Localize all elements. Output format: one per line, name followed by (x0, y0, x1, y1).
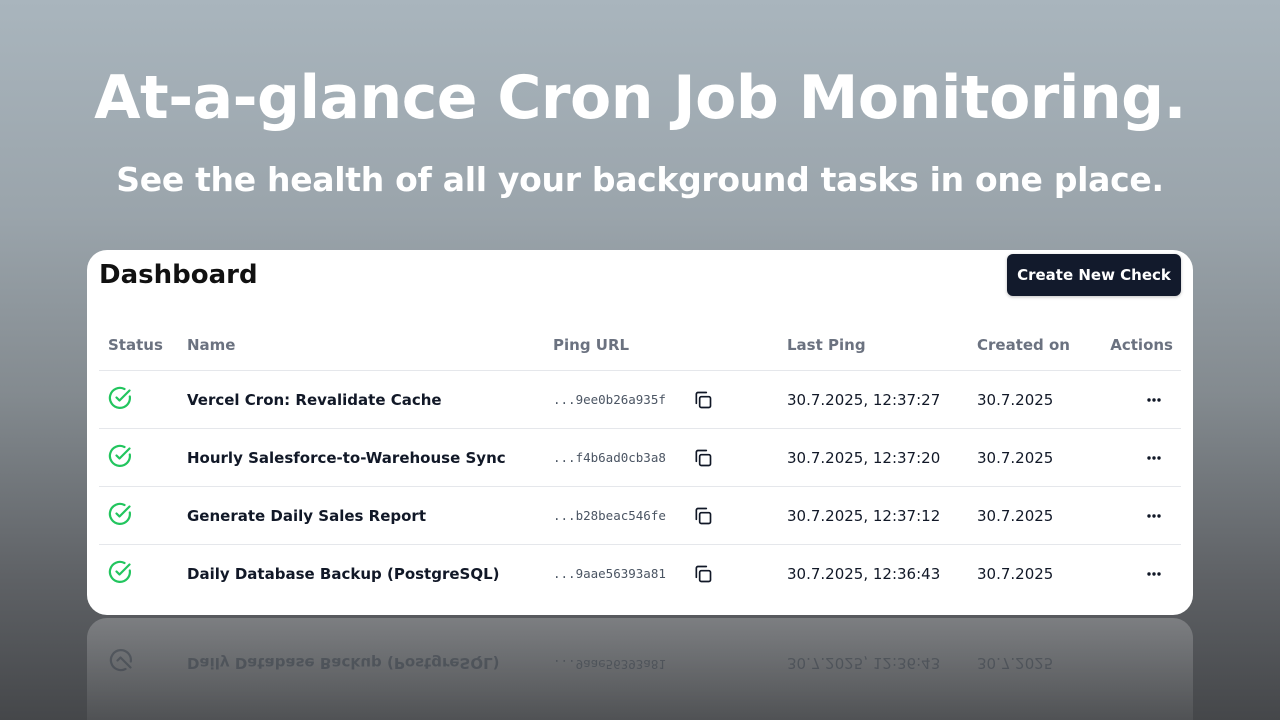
hero-subtitle: See the health of all your background ta… (116, 160, 1164, 199)
actions-cell (1093, 370, 1181, 429)
ping-url: ...b28beac546fe (553, 508, 666, 523)
reflection-created-on: 30.7.2025 (977, 654, 1054, 672)
reflection-ping-url: ...9aae56393a81 (553, 657, 666, 672)
last-ping: 30.7.2025, 12:37:12 (778, 486, 968, 545)
check-name: Generate Daily Sales Report (178, 486, 544, 545)
dashboard-header: Dashboard Create New Check (99, 250, 1181, 320)
page-title: Dashboard (99, 260, 258, 290)
ping-url-cell: ...f4b6ad0cb3a8 (544, 428, 778, 487)
more-horizontal-icon[interactable] (1143, 395, 1165, 405)
reflection-last-ping: 30.7.2025, 12:36:43 (787, 654, 941, 672)
check-circle-icon (108, 502, 132, 526)
table-row[interactable]: Hourly Salesforce-to-Warehouse Sync ...f… (99, 428, 1181, 487)
check-name: Hourly Salesforce-to-Warehouse Sync (178, 428, 544, 487)
more-horizontal-icon[interactable] (1143, 453, 1165, 463)
ping-url: ...9aae56393a81 (553, 566, 666, 581)
last-ping: 30.7.2025, 12:37:27 (778, 370, 968, 429)
column-header-created-on[interactable]: Created on (968, 320, 1093, 371)
table-row[interactable]: Generate Daily Sales Report ...b28beac54… (99, 486, 1181, 545)
check-circle-icon (108, 444, 132, 468)
ping-url: ...f4b6ad0cb3a8 (553, 450, 666, 465)
column-header-name[interactable]: Name (178, 320, 544, 371)
more-horizontal-icon[interactable] (1143, 511, 1165, 521)
created-on: 30.7.2025 (968, 370, 1093, 429)
created-on: 30.7.2025 (968, 486, 1093, 545)
reflection-content: Daily Database Backup (PostgreSQL) ...9a… (87, 632, 1193, 692)
ping-url: ...9ee0b26a935f (553, 392, 666, 407)
ping-url-cell: ...9ee0b26a935f (544, 370, 778, 429)
checks-table: Status Name Ping URL Last Ping Created o… (99, 320, 1181, 602)
actions-cell (1093, 428, 1181, 487)
check-name: Daily Database Backup (PostgreSQL) (187, 564, 500, 583)
table-header-row: Status Name Ping URL Last Ping Created o… (99, 320, 1181, 371)
reflection-status-icon (109, 644, 133, 672)
hero-title: At-a-glance Cron Job Monitoring. (94, 63, 1186, 133)
dashboard-card: Dashboard Create New Check Status Name P… (87, 250, 1193, 615)
check-circle-icon (108, 386, 132, 410)
copy-icon[interactable] (693, 564, 713, 584)
more-horizontal-icon[interactable] (1143, 569, 1165, 579)
ping-url-cell: ...b28beac546fe (544, 486, 778, 545)
copy-icon[interactable] (693, 390, 713, 410)
last-ping: 30.7.2025, 12:36:43 (787, 564, 941, 583)
column-header-last-ping[interactable]: Last Ping (778, 320, 968, 371)
actions-cell (1093, 545, 1181, 603)
column-header-status[interactable]: Status (99, 320, 178, 371)
table-row[interactable]: Vercel Cron: Revalidate Cache ...9ee0b26… (99, 370, 1181, 429)
copy-icon[interactable] (693, 448, 713, 468)
status-cell (99, 370, 178, 429)
card-reflection: Daily Database Backup (PostgreSQL) ...9a… (87, 618, 1193, 720)
status-cell (99, 545, 178, 603)
check-name: Vercel Cron: Revalidate Cache (178, 370, 544, 429)
copy-icon[interactable] (693, 506, 713, 526)
column-header-actions: Actions (1093, 320, 1181, 371)
created-on: 30.7.2025 (968, 428, 1093, 487)
status-cell (99, 486, 178, 545)
last-ping: 30.7.2025, 12:37:20 (778, 428, 968, 487)
created-on: 30.7.2025 (977, 564, 1054, 583)
ping-url-cell: ...9aae56393a81 (544, 545, 778, 603)
status-cell (99, 428, 178, 487)
check-circle-icon (108, 560, 132, 584)
create-new-check-button[interactable]: Create New Check (1007, 254, 1181, 296)
actions-cell (1093, 486, 1181, 545)
reflection-name: Daily Database Backup (PostgreSQL) (187, 654, 500, 672)
column-header-ping-url[interactable]: Ping URL (544, 320, 778, 371)
table-row[interactable]: Daily Database Backup (PostgreSQL) ...9a… (99, 545, 1181, 603)
